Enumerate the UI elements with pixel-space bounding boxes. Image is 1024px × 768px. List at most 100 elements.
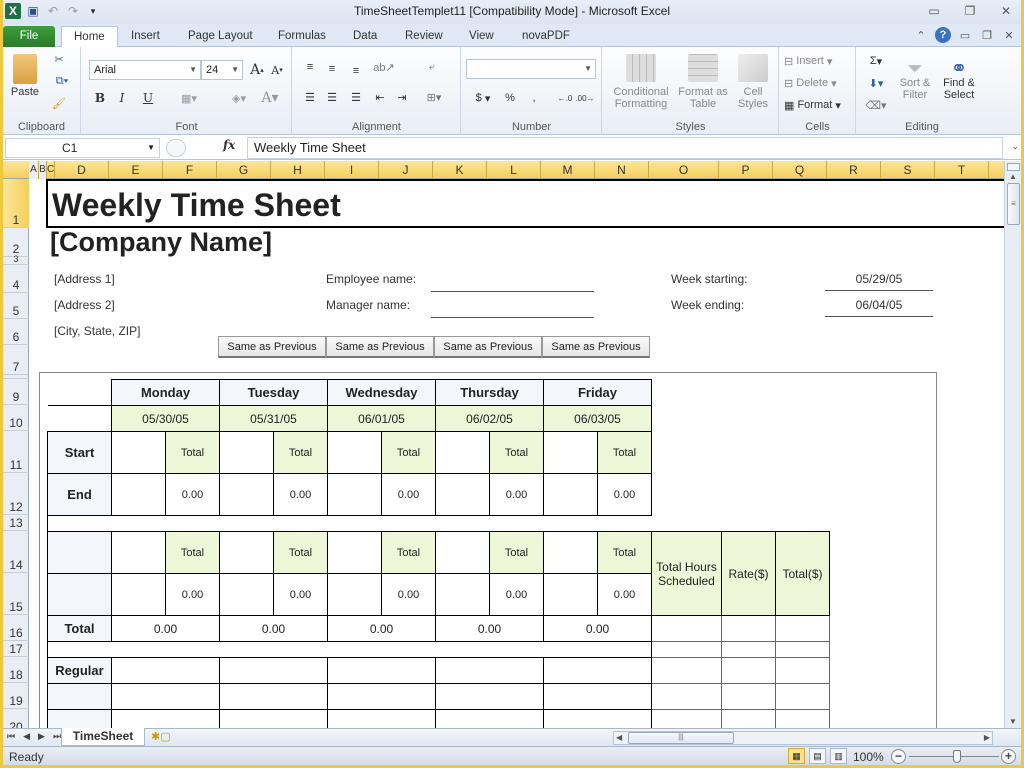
zoom-level[interactable]: 100% — [853, 750, 884, 764]
date-tuesday[interactable]: 05/31/05 — [219, 405, 328, 432]
borders-icon[interactable]: ▦▾ — [178, 89, 200, 107]
hours-entry-cell[interactable] — [327, 683, 436, 710]
align-center-icon[interactable]: ☰ — [323, 89, 341, 105]
end-time-cell[interactable] — [435, 473, 490, 516]
col-header-l[interactable]: L — [487, 161, 541, 179]
merge-center-icon[interactable]: ⊞▾ — [423, 89, 445, 105]
middle-align-icon[interactable]: ≡ — [323, 61, 341, 77]
row-header-18[interactable]: 18 — [3, 657, 29, 683]
end-time-cell[interactable] — [435, 573, 490, 616]
font-name-dropdown[interactable]: Arial ▼ — [89, 60, 201, 80]
page-break-preview-icon[interactable]: ▥ — [830, 748, 847, 764]
start-time-cell[interactable] — [435, 531, 490, 574]
address1-cell[interactable]: [Address 1] — [54, 272, 115, 286]
amount-cell[interactable] — [775, 683, 830, 710]
tab-view[interactable]: View — [457, 26, 506, 47]
regular-cell[interactable] — [435, 657, 544, 684]
amount-cell[interactable] — [775, 657, 830, 684]
increase-indent-icon[interactable]: ⇥ — [393, 89, 411, 105]
end-time-cell[interactable] — [219, 473, 274, 516]
tab-file[interactable]: File — [3, 26, 55, 47]
day-wednesday[interactable]: Wednesday — [327, 379, 436, 406]
end-time-cell[interactable] — [111, 473, 166, 516]
comma-button[interactable]: , — [528, 89, 540, 107]
page-layout-view-icon[interactable]: ▤ — [809, 748, 826, 764]
week-ending-value[interactable]: 06/04/05 — [825, 298, 933, 317]
hours-entry-cell[interactable] — [219, 709, 328, 728]
first-sheet-icon[interactable]: ⏮ — [7, 731, 15, 742]
hours-entry-cell[interactable] — [219, 683, 328, 710]
row-header-10[interactable]: 10 — [3, 405, 29, 431]
row-header-5[interactable]: 5 — [3, 293, 29, 319]
prev-sheet-icon[interactable]: ◀ — [23, 731, 30, 742]
col-header-s[interactable]: S — [881, 161, 935, 179]
end-time-cell[interactable] — [543, 473, 598, 516]
currency-button[interactable]: $ ▾ — [470, 89, 496, 107]
font-color-icon[interactable]: A▾ — [258, 89, 282, 107]
start-time-cell[interactable] — [219, 531, 274, 574]
delete-cells-button[interactable]: ⊟ Delete ▾ — [784, 75, 837, 91]
hours-cell[interactable] — [651, 641, 722, 658]
hours-cell[interactable] — [651, 657, 722, 684]
amount-cell[interactable] — [775, 615, 830, 642]
day-monday[interactable]: Monday — [111, 379, 220, 406]
zoom-out-icon[interactable]: − — [891, 749, 906, 764]
start-time-cell[interactable] — [219, 431, 274, 474]
start-time-cell[interactable] — [543, 431, 598, 474]
regular-cell[interactable] — [219, 657, 328, 684]
row-header-16[interactable]: 16 — [3, 615, 29, 641]
end-time-cell[interactable] — [327, 573, 382, 616]
tab-page-layout[interactable]: Page Layout — [176, 26, 265, 47]
tab-review[interactable]: Review — [393, 26, 455, 47]
shrink-font-icon[interactable]: A ▾ — [268, 61, 286, 79]
regular-cell[interactable] — [111, 657, 220, 684]
paste-button[interactable]: Paste — [7, 51, 43, 101]
fill-icon[interactable]: ⬇▾ — [865, 75, 887, 91]
hours-cell[interactable] — [651, 709, 722, 728]
underline-button[interactable]: U — [138, 89, 158, 107]
start-time-cell[interactable] — [327, 531, 382, 574]
day-friday[interactable]: Friday — [543, 379, 652, 406]
col-header-t[interactable]: T — [935, 161, 989, 179]
end-time-cell[interactable] — [327, 473, 382, 516]
amount-cell[interactable] — [775, 709, 830, 728]
row-header-17[interactable]: 17 — [3, 641, 29, 657]
city-state-zip-cell[interactable]: [City, State, ZIP] — [54, 324, 140, 338]
name-box[interactable]: C1 ▼ — [5, 138, 160, 158]
insert-function-icon[interactable]: fx — [223, 138, 235, 152]
scroll-left-icon[interactable]: ◀ — [616, 733, 622, 742]
top-align-icon[interactable]: ≡ — [301, 59, 319, 75]
insert-worksheet-icon[interactable]: ✱▢ — [151, 730, 171, 743]
col-header-n[interactable]: N — [595, 161, 649, 179]
hours-entry-cell[interactable] — [435, 709, 544, 728]
zoom-in-icon[interactable]: + — [1001, 749, 1016, 764]
address2-cell[interactable]: [Address 2] — [54, 298, 115, 312]
find-select-button[interactable]: ⚭ Find & Select — [937, 51, 981, 113]
hours-entry-cell[interactable] — [327, 709, 436, 728]
vertical-scrollbar[interactable]: ▲ ≡ ▼ — [1004, 161, 1021, 728]
number-format-dropdown[interactable]: ▼ — [466, 59, 596, 79]
rate-cell[interactable] — [721, 683, 776, 710]
workbook-close-icon[interactable]: ✕ — [1001, 29, 1017, 42]
italic-button[interactable]: I — [114, 89, 130, 107]
same-as-previous-button-2[interactable]: Same as Previous — [326, 336, 434, 358]
formula-bar-expander[interactable] — [166, 139, 186, 157]
col-header-o[interactable]: O — [649, 161, 719, 179]
row-header-6[interactable]: 6 — [3, 319, 29, 345]
rate-cell[interactable] — [721, 657, 776, 684]
end-time-cell[interactable] — [219, 573, 274, 616]
row-header-7[interactable]: 7 — [3, 345, 29, 375]
formula-input[interactable]: Weekly Time Sheet — [247, 137, 1003, 159]
rate-cell[interactable] — [721, 641, 776, 658]
row-header-13[interactable]: 13 — [3, 515, 29, 531]
hours-entry-cell[interactable] — [543, 709, 652, 728]
bold-button[interactable]: B — [92, 89, 108, 107]
normal-view-icon[interactable]: ▦ — [788, 748, 805, 764]
start-time-cell[interactable] — [435, 431, 490, 474]
decrease-decimal-icon[interactable]: .00→ — [575, 89, 594, 107]
col-header-h[interactable]: H — [271, 161, 325, 179]
scroll-up-icon[interactable]: ▲ — [1009, 172, 1017, 181]
row-header-11[interactable]: 11 — [3, 431, 29, 473]
day-thursday[interactable]: Thursday — [435, 379, 544, 406]
col-header-e[interactable]: E — [109, 161, 163, 179]
